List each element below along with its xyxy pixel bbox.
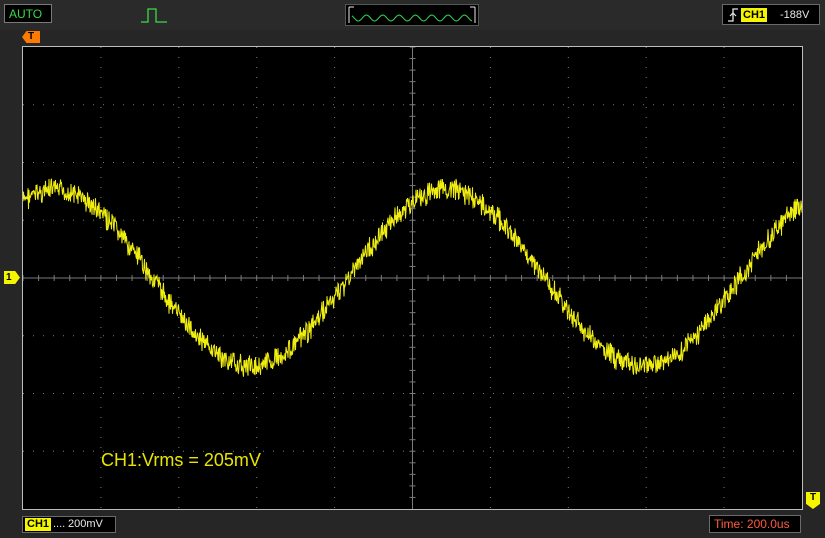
channel1-trace (23, 178, 802, 377)
coupling-indicator: .... (53, 518, 66, 530)
channel1-badge: CH1 (25, 518, 52, 531)
volts-per-div-value: 200mV (68, 518, 103, 530)
rising-edge-icon (728, 8, 738, 22)
acquire-mode-label: AUTO (9, 7, 43, 21)
trigger-channel-badge: CH1 (741, 8, 768, 22)
channel1-settings[interactable]: CH1 .... 200mV (22, 516, 116, 533)
pulse-waveform-icon[interactable] (140, 6, 168, 24)
timebase-value[interactable]: Time: 200.0us (709, 515, 801, 533)
waveform-display: CH1:Vrms = 205mV (22, 46, 803, 510)
trigger-level-marker[interactable]: T (806, 492, 820, 509)
bottom-status-bar: CH1 .... 200mV Time: 200.0us (0, 512, 825, 538)
trigger-status[interactable]: CH1 -188V (722, 4, 820, 25)
vrms-measurement: CH1:Vrms = 205mV (101, 450, 261, 470)
trigger-level-value: -188V (780, 9, 810, 21)
top-status-bar: AUTO CH1 -188V (0, 0, 825, 30)
channel1-zero-marker[interactable]: 1 (4, 271, 20, 284)
acquire-mode-button[interactable]: AUTO (4, 4, 52, 23)
oscilloscope-window: AUTO CH1 -188V T 1 T CH1:Vrms = 205mV CH… (0, 0, 825, 538)
waveform-overview-icon[interactable] (345, 4, 479, 26)
trigger-position-marker[interactable]: T (22, 31, 40, 43)
